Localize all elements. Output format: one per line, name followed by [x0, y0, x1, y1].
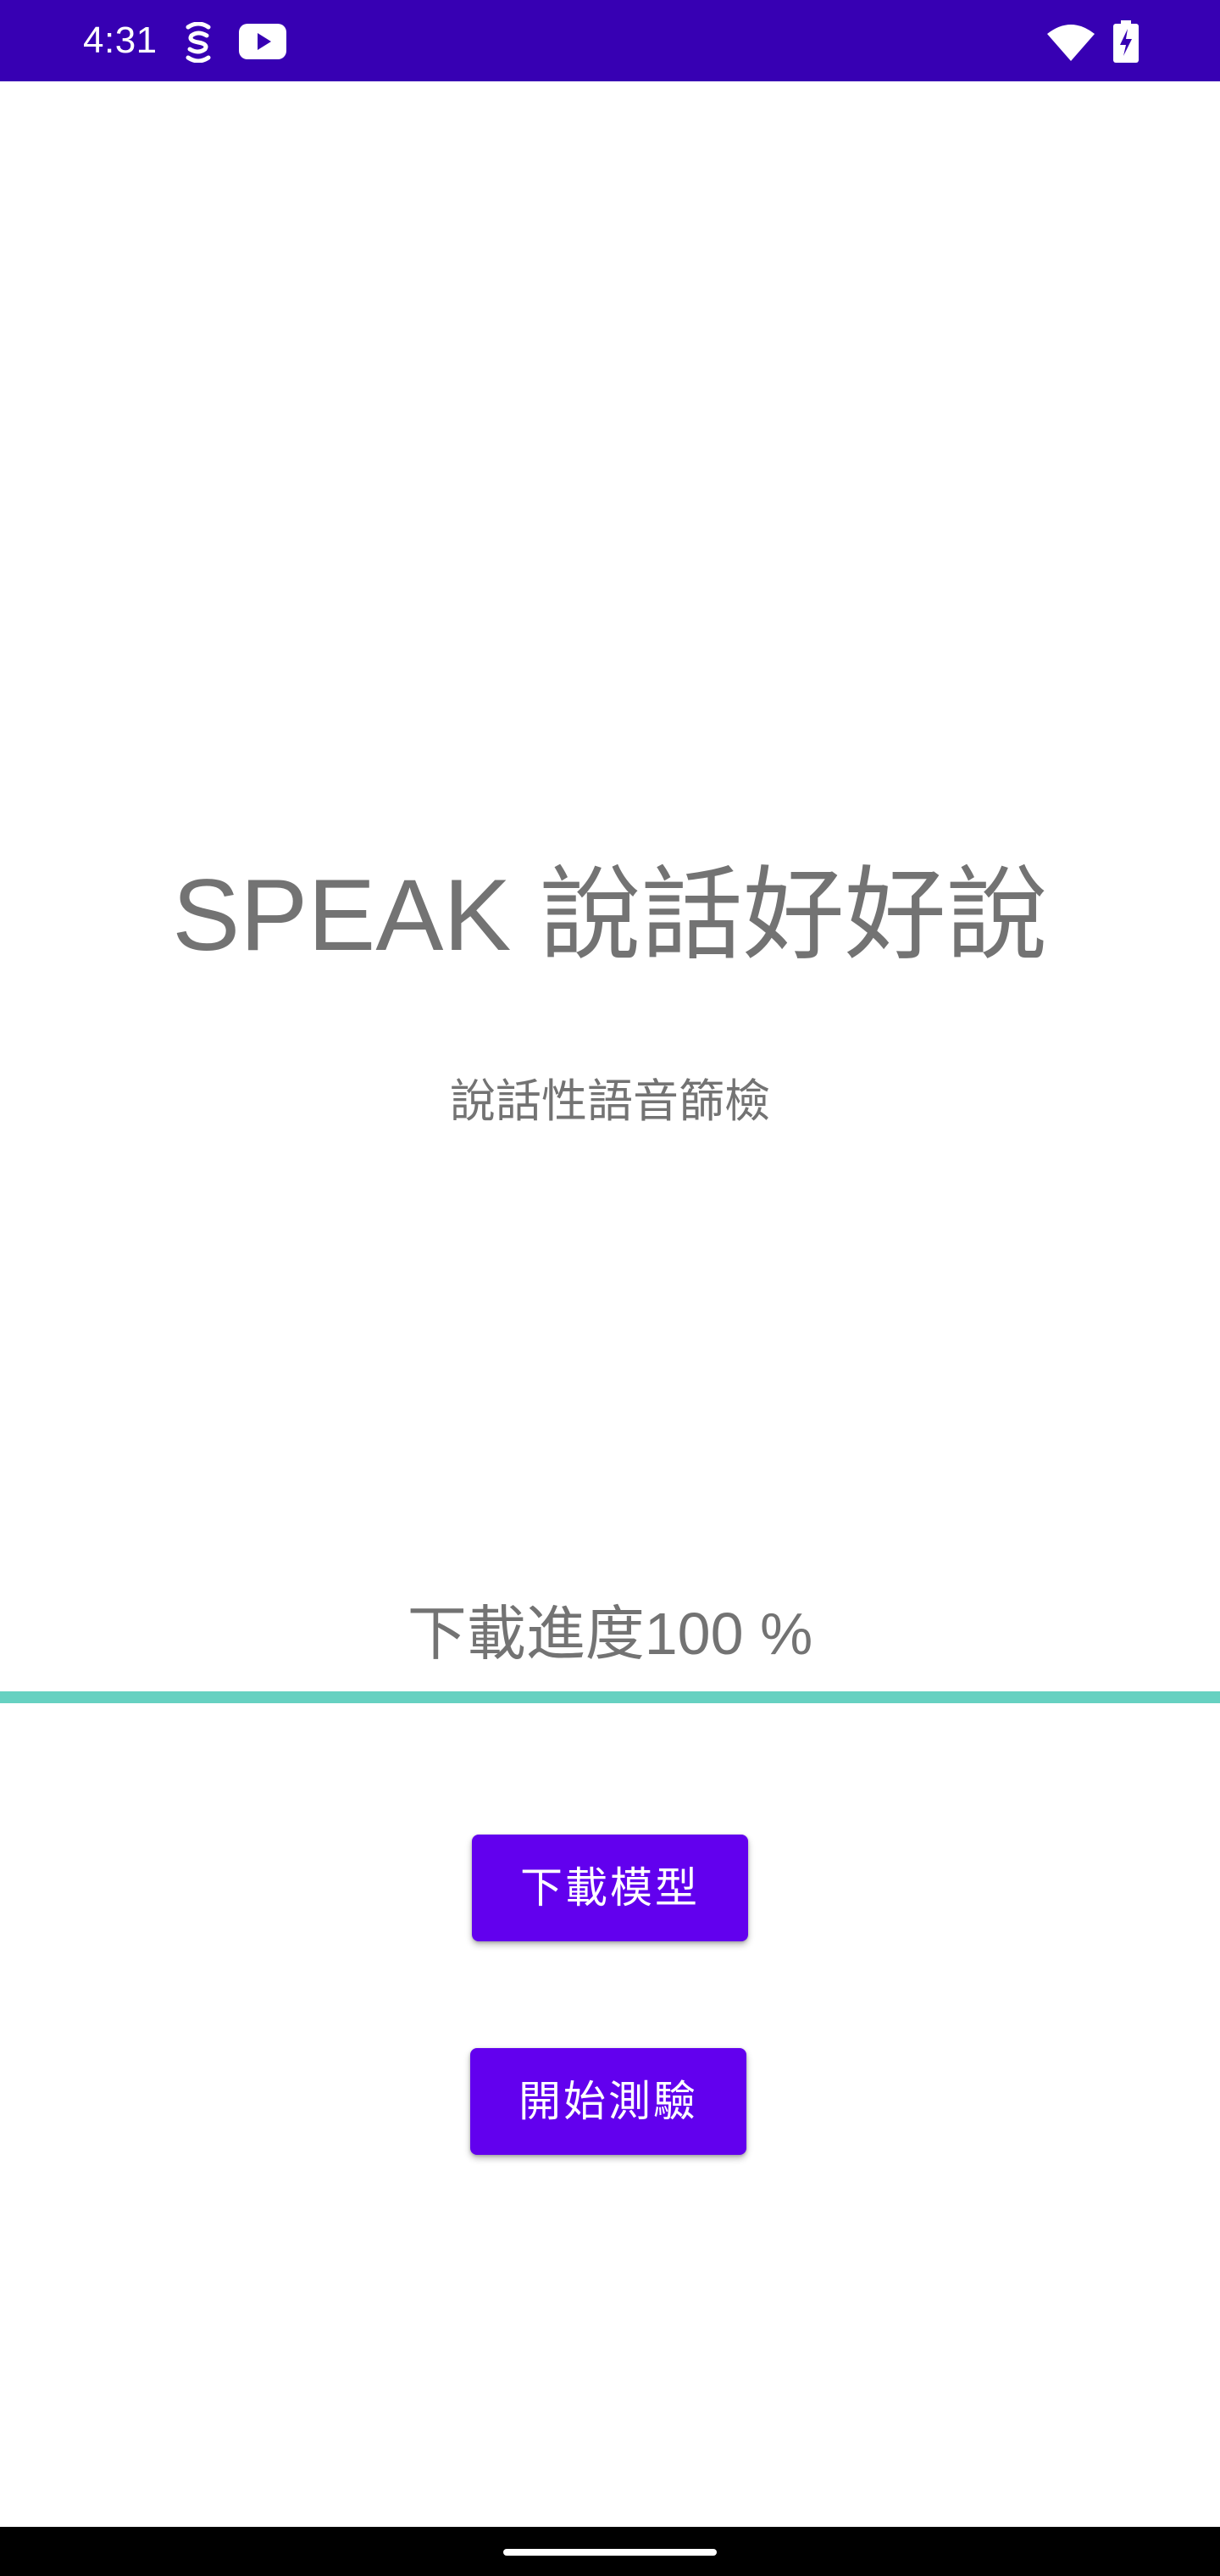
battery-charging-icon	[1113, 20, 1139, 63]
home-handle-icon[interactable]	[503, 2549, 717, 2556]
status-bar: 4:31	[0, 0, 1220, 81]
accessibility-icon	[186, 22, 211, 63]
download-progress-fill	[0, 1691, 1220, 1703]
download-model-button[interactable]: 下載模型	[472, 1835, 748, 1941]
youtube-icon	[239, 24, 286, 59]
app-subtitle: 說話性語音篩檢	[450, 1076, 770, 1127]
start-test-button[interactable]: 開始測驗	[470, 2048, 746, 2155]
navigation-bar	[0, 2527, 1220, 2576]
status-time: 4:31	[83, 19, 158, 61]
wifi-icon	[1047, 25, 1095, 61]
download-progress-bar	[0, 1691, 1220, 1703]
app-title: SPEAK 說話好好說	[172, 858, 1048, 972]
download-progress-label: 下載進度100 %	[407, 1601, 813, 1667]
app-screen: 4:31 SPEAK 說話好好說 說話性語音篩檢 下載進度100 % 下載模型 …	[0, 0, 1220, 2576]
